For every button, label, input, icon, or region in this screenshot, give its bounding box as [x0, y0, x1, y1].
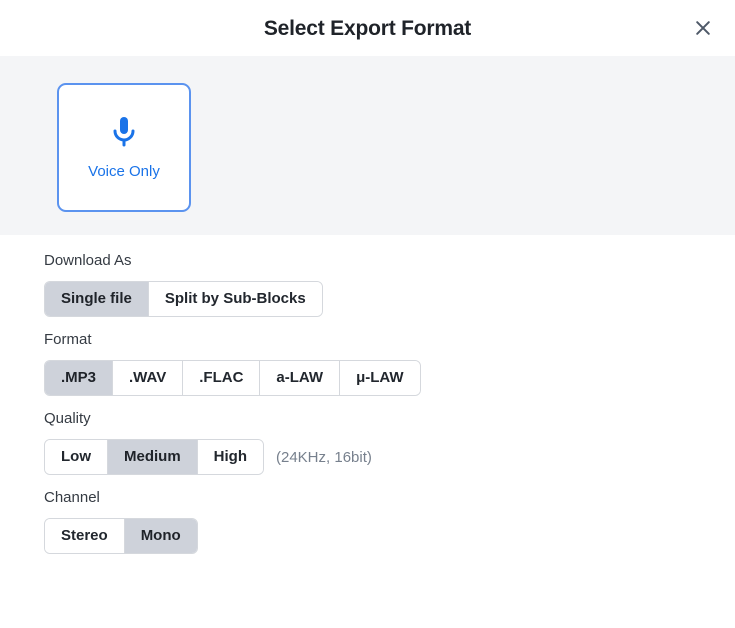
field-channel: Channel Stereo Mono	[44, 490, 735, 554]
segment-format-flac[interactable]: .FLAC	[182, 361, 260, 395]
export-mode-banner: Voice Only	[0, 56, 735, 235]
segment-download-as-single-file[interactable]: Single file	[45, 282, 148, 316]
field-label-format: Format	[44, 331, 92, 348]
close-icon	[694, 19, 712, 37]
field-label-quality: Quality	[44, 410, 91, 427]
segment-download-as-split-by-sub-blocks[interactable]: Split by Sub-Blocks	[147, 282, 322, 316]
field-label-channel: Channel	[44, 489, 100, 506]
mode-card-label: Voice Only	[88, 163, 160, 180]
page-title: Select Export Format	[263, 16, 472, 40]
close-button[interactable]	[685, 10, 721, 46]
export-format-dialog: Select Export Format Voice Only Download…	[0, 0, 735, 628]
segment-format-mp3[interactable]: .MP3	[45, 361, 113, 395]
segmented-quality: Low Medium High	[44, 439, 264, 475]
quality-hint: (24KHz, 16bit)	[276, 448, 372, 466]
segment-channel-mono[interactable]: Mono	[123, 519, 197, 553]
mode-card-voice-only[interactable]: Voice Only	[57, 83, 191, 212]
segmented-download-as: Single file Split by Sub-Blocks	[44, 281, 323, 317]
segment-format-mu-law[interactable]: μ-LAW	[339, 361, 420, 395]
segmented-format: .MP3 .WAV .FLAC a-LAW μ-LAW	[44, 360, 421, 396]
segment-quality-high[interactable]: High	[196, 440, 263, 474]
field-download-as: Download As Single file Split by Sub-Blo…	[44, 253, 735, 317]
segment-channel-stereo[interactable]: Stereo	[45, 519, 124, 553]
dialog-header: Select Export Format	[0, 0, 735, 56]
segment-quality-medium[interactable]: Medium	[107, 440, 197, 474]
segment-format-a-law[interactable]: a-LAW	[259, 361, 340, 395]
field-label-download-as: Download As	[44, 252, 132, 269]
segment-quality-low[interactable]: Low	[45, 440, 107, 474]
segmented-channel: Stereo Mono	[44, 518, 198, 554]
field-quality: Quality Low Medium High (24KHz, 16bit)	[44, 411, 735, 475]
microphone-icon	[111, 116, 137, 150]
field-format: Format .MP3 .WAV .FLAC a-LAW μ-LAW	[44, 332, 735, 396]
dialog-body: Download As Single file Split by Sub-Blo…	[0, 235, 735, 554]
segment-format-wav[interactable]: .WAV	[112, 361, 183, 395]
